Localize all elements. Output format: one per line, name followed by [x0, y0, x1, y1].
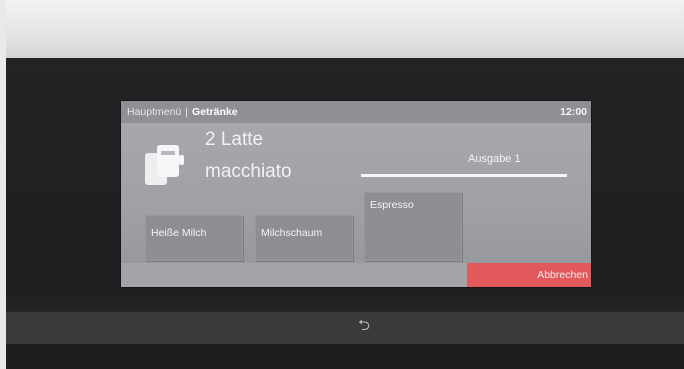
- panel-bottom: [6, 344, 684, 369]
- drink-name: macchiato: [205, 161, 292, 182]
- output-progress-fill: [361, 174, 567, 177]
- back-button[interactable]: ⮌: [352, 316, 376, 338]
- breadcrumb-home[interactable]: Hauptmenü: [127, 106, 181, 118]
- hot-milk-label: Heiße Milch: [151, 227, 207, 239]
- espresso-button[interactable]: Espresso: [364, 192, 462, 261]
- breadcrumb: Hauptmenü | Getränke: [127, 101, 238, 123]
- espresso-label: Espresso: [370, 199, 414, 211]
- control-strip: [6, 312, 684, 344]
- status-bar: Hauptmenü | Getränke 12:00: [121, 101, 591, 123]
- milk-foam-label: Milchschaum: [261, 227, 323, 239]
- breadcrumb-current: Getränke: [192, 106, 238, 118]
- breadcrumb-separator: |: [185, 106, 189, 118]
- output-progress: [361, 174, 567, 177]
- output-label: Ausgabe 1: [468, 153, 521, 165]
- drink-quantity: 2 Latte: [205, 129, 264, 150]
- cancel-button[interactable]: Abbrechen: [467, 263, 591, 287]
- milk-foam-button[interactable]: Milchschaum: [255, 215, 353, 261]
- wall-background: [0, 0, 684, 64]
- clock: 12:00: [560, 106, 587, 118]
- display-screen: Hauptmenü | Getränke 12:00 2 Latte macchia…: [121, 101, 591, 287]
- cups-icon: [145, 145, 184, 185]
- back-arrow-icon: ⮌: [357, 316, 370, 334]
- hot-milk-button[interactable]: Heiße Milch: [145, 215, 243, 261]
